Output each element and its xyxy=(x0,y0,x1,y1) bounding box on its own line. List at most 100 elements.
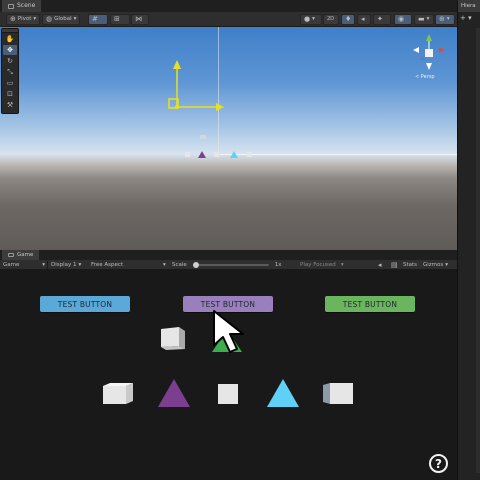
grid-snapping-dropdown[interactable]: ⊞ xyxy=(110,14,130,25)
display-dropdown[interactable]: Display 1 ▾ xyxy=(51,260,81,270)
globe-icon: ◍ xyxy=(46,15,53,23)
aspect-label: Free Aspect xyxy=(91,262,124,268)
rect-tool-button[interactable]: ▭ xyxy=(3,78,17,88)
hand-icon: ✋ xyxy=(5,35,15,43)
scene-cube-1[interactable] xyxy=(185,152,190,157)
game-view-dropdown[interactable]: Game ▾ xyxy=(3,260,45,270)
2d-toggle[interactable]: 2D xyxy=(323,14,339,25)
mouse-cursor-icon xyxy=(213,310,244,353)
gizmos-dropdown[interactable]: ⊕ ▾ xyxy=(435,14,455,25)
chevron-down-icon: ▾ xyxy=(445,262,449,268)
game-view[interactable]: TEST BUTTON TEST BUTTON TEST BUTTON ? xyxy=(0,270,457,480)
horizon-line xyxy=(220,154,457,155)
test-button-green[interactable]: TEST BUTTON xyxy=(325,296,415,312)
hand-tool-button[interactable]: ✋ xyxy=(3,34,17,44)
hierarchy-dock: Hiera + ▾ xyxy=(457,0,480,480)
transform-tool-button[interactable]: ⊡ xyxy=(3,89,17,99)
chevron-down-icon: ▾ xyxy=(426,16,430,22)
scale-value: 1x xyxy=(274,262,282,268)
speaker-icon: ◂ xyxy=(361,15,365,23)
global-label: Global xyxy=(54,16,72,22)
scale-icon: ⤡ xyxy=(7,67,13,76)
scale-slider-knob[interactable] xyxy=(192,262,199,268)
display-label: Display 1 xyxy=(51,262,77,268)
chevron-down-icon: ▾ xyxy=(340,262,344,268)
effects-dropdown[interactable]: ✦ xyxy=(373,14,391,25)
eye-icon: ◉ xyxy=(398,15,405,23)
chevron-down-icon: ▾ xyxy=(163,262,166,268)
snap-grid-icon: ⊞ xyxy=(114,15,120,23)
move-icon: ✥ xyxy=(7,46,13,54)
rect-icon: ▭ xyxy=(6,79,14,87)
grid-snap-button[interactable]: # xyxy=(88,14,108,25)
game-tab-row: Game xyxy=(0,250,457,260)
hierarchy-tab-label: Hiera xyxy=(461,3,476,9)
chevron-down-icon: ▾ xyxy=(78,262,82,268)
perspective-label[interactable]: < Persp xyxy=(415,74,435,80)
play-mode-label: Play Focused xyxy=(300,262,336,268)
rotate-icon: ↻ xyxy=(7,57,13,65)
scene-viewport[interactable]: < Persp ✋ ✥ ↻ ⤡ ▭ ⊡ ⚒ xyxy=(0,27,457,250)
hierarchy-tab[interactable]: Hiera xyxy=(458,0,480,12)
scene-triangle-cyan[interactable] xyxy=(230,151,238,158)
scene-tab[interactable]: Scene xyxy=(2,0,42,12)
aspect-dropdown[interactable]: Free Aspect xyxy=(91,260,123,270)
chevron-down-icon: ▾ xyxy=(73,16,77,22)
game-tab[interactable]: Game xyxy=(2,250,40,260)
audio-toggle[interactable]: ◂ xyxy=(357,14,371,25)
cube-right xyxy=(323,383,353,404)
move-gizmo[interactable] xyxy=(160,57,230,117)
hidden-objects-toggle[interactable]: ◉ xyxy=(394,14,412,25)
cube-center xyxy=(218,384,238,404)
game-view-label: Game xyxy=(3,262,20,268)
game-toolbar: Game ▾ Display 1 ▾ Free Aspect ▾ Scale 1… xyxy=(0,260,457,270)
mute-audio-toggle[interactable]: ◂ xyxy=(378,260,382,270)
pivot-dropdown[interactable]: ⊕ Pivot ▾ xyxy=(6,14,41,25)
camera-dropdown[interactable]: ▬ ▾ xyxy=(414,14,434,25)
cube-left xyxy=(103,383,133,404)
scene-triangle-purple[interactable] xyxy=(198,151,206,158)
orientation-gizmo[interactable] xyxy=(410,33,448,73)
pivot-icon: ⊕ xyxy=(10,15,16,23)
scale-label: Scale xyxy=(172,262,187,268)
globe-gizmo-icon: ⊕ xyxy=(439,15,445,23)
effects-icon: ✦ xyxy=(377,15,383,23)
gizmos-label: Gizmos xyxy=(423,262,444,268)
hierarchy-add-button[interactable]: + ▾ xyxy=(460,14,472,22)
stats-toggle[interactable]: Stats xyxy=(403,260,417,270)
scene-cube-3[interactable] xyxy=(247,152,252,157)
increment-snap-button[interactable]: ⋈ xyxy=(131,14,149,25)
aspect-chevron[interactable]: ▾ xyxy=(163,260,166,270)
scene-tab-row: Scene xyxy=(0,0,457,12)
move-tool-button[interactable]: ✥ xyxy=(3,45,17,55)
rotate-tool-button[interactable]: ↻ xyxy=(3,56,17,66)
draw-mode-dropdown[interactable]: ● ▾ xyxy=(300,14,322,25)
speaker-icon: ◂ xyxy=(378,261,382,269)
hierarchy-scrollbar[interactable] xyxy=(476,28,480,473)
custom-tool-button[interactable]: ⚒ xyxy=(3,100,17,110)
scene-tab-label: Scene xyxy=(17,2,36,9)
scene-camera-icon[interactable] xyxy=(200,135,206,139)
camera-icon: ▬ xyxy=(418,15,425,23)
play-mode-dropdown[interactable]: Play Focused ▾ xyxy=(300,260,344,270)
scale-control[interactable]: Scale 1x xyxy=(172,260,282,270)
tools-overlay: ✋ ✥ ↻ ⤡ ▭ ⊡ ⚒ xyxy=(1,28,19,114)
scene-panel: Scene ⊕ Pivot ▾ ◍ Global ▾ # ⊞ ⋈ ● ▾ 2D ♦… xyxy=(0,0,457,250)
stats-label: Stats xyxy=(403,262,418,268)
rotated-cube-top xyxy=(161,327,185,350)
scale-slider[interactable] xyxy=(192,262,269,268)
scene-grid-icon xyxy=(8,3,14,9)
grid-icon: # xyxy=(92,15,98,23)
global-dropdown[interactable]: ◍ Global ▾ xyxy=(42,14,81,25)
snap-increment-icon: ⋈ xyxy=(135,15,142,23)
gizmos-toggle[interactable]: Gizmos ▾ xyxy=(423,260,448,270)
chevron-down-icon: ▾ xyxy=(312,16,315,22)
scale-tool-button[interactable]: ⤡ xyxy=(3,67,17,77)
test-button-blue[interactable]: TEST BUTTON xyxy=(40,296,130,312)
2d-icon: 2D xyxy=(327,16,335,22)
lighting-toggle[interactable]: ♦ xyxy=(341,14,355,25)
vsync-toggle[interactable]: ▤ xyxy=(391,260,398,270)
scene-cube-2[interactable] xyxy=(214,152,219,157)
overlay-grip[interactable] xyxy=(2,29,18,33)
help-icon[interactable]: ? xyxy=(429,454,448,473)
